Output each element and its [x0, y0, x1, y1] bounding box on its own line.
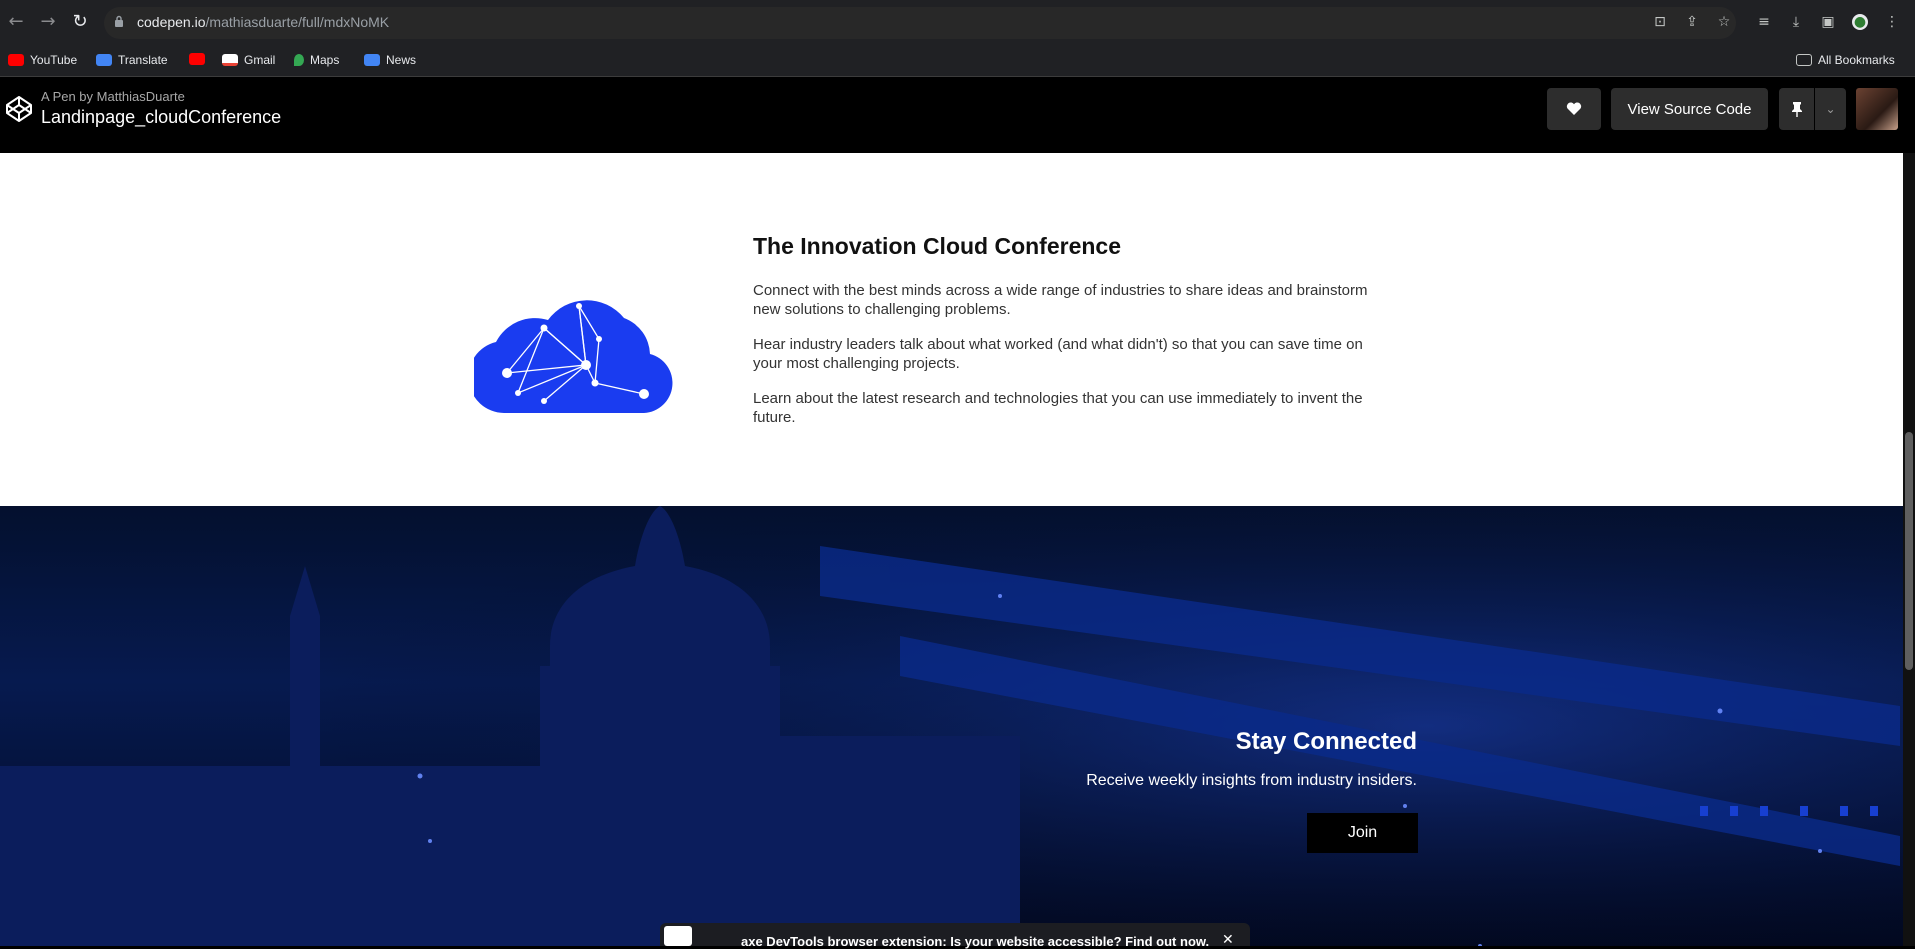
bookmark-youtube[interactable]: YouTube	[8, 53, 77, 67]
kebab-menu-icon[interactable]: ⋮	[1884, 14, 1900, 30]
bookmark-label: YouTube	[30, 53, 78, 67]
bookmarks-bar: YouTube Translate Gmail Maps News All Bo…	[0, 44, 1915, 77]
pin-icon	[1791, 102, 1802, 117]
bookmark-maps[interactable]: Maps	[294, 53, 339, 67]
bookmark-label: Maps	[310, 53, 340, 67]
axe-banner-text[interactable]: axe DevTools browser extension: Is your …	[741, 934, 1209, 949]
city-background-image	[0, 506, 1903, 946]
reload-icon[interactable]: ↻	[70, 12, 90, 32]
reading-list-icon[interactable]: ≡	[1756, 14, 1772, 30]
sidebar-icon[interactable]: ▣	[1820, 14, 1836, 30]
info-paragraph: Hear industry leaders talk about what wo…	[753, 336, 1363, 372]
news-icon	[364, 54, 380, 66]
info-paragraph: Learn about the latest research and tech…	[753, 390, 1363, 426]
gmail-icon	[222, 54, 238, 66]
translate-icon[interactable]: ⊡	[1652, 14, 1668, 30]
bookmark-gmail[interactable]: Gmail	[222, 53, 275, 67]
translate-icon	[96, 54, 112, 66]
bookmark-label: Translate	[118, 53, 168, 67]
youtube-icon	[189, 53, 205, 65]
user-avatar[interactable]	[1856, 88, 1898, 130]
pen-title: Landinpage_cloudConference	[41, 107, 282, 127]
scrollbar-thumb[interactable]	[1905, 432, 1913, 670]
all-bookmarks-label: All Bookmarks	[1818, 53, 1895, 67]
stay-connected-heading: Stay Connected	[1235, 728, 1417, 755]
info-paragraph: Connect with the best minds across a wid…	[753, 282, 1368, 318]
lock-icon[interactable]	[114, 15, 124, 27]
all-bookmarks[interactable]: All Bookmarks	[1796, 53, 1895, 67]
url-path: /mathiasduarte/full/mdxNoMK	[205, 14, 390, 30]
stay-connected-subtitle: Receive weekly insights from industry in…	[1086, 772, 1417, 789]
forward-arrow-icon[interactable]: →	[38, 12, 58, 32]
url-host: codepen.io	[137, 14, 206, 30]
pin-dropdown-button[interactable]: ⌄	[1815, 88, 1846, 130]
cloud-network-illustration	[474, 300, 673, 413]
codepen-logo-icon[interactable]	[4, 94, 34, 124]
pen-author[interactable]: A Pen by MatthiasDuarte	[41, 89, 185, 104]
view-source-button[interactable]: View Source Code	[1611, 88, 1768, 130]
heart-button[interactable]	[1547, 88, 1601, 130]
stay-connected-section: Stay Connected Receive weekly insights f…	[0, 506, 1903, 946]
bookmark-label: News	[386, 53, 417, 67]
star-icon[interactable]: ☆	[1716, 14, 1732, 30]
download-icon[interactable]: ⤓	[1788, 14, 1804, 30]
pin-button[interactable]	[1779, 88, 1814, 130]
maps-pin-icon	[294, 54, 304, 66]
pen-preview: The Innovation Cloud Conference Connect …	[0, 153, 1903, 946]
profile-icon[interactable]: ●	[1852, 14, 1868, 30]
axe-logo-icon	[664, 926, 692, 946]
bookmark-news[interactable]: News	[364, 53, 416, 67]
share-icon[interactable]: ⇪	[1684, 14, 1700, 30]
chevron-down-icon: ⌄	[1825, 102, 1836, 116]
bookmark-youtube-2[interactable]	[189, 53, 205, 65]
folder-icon	[1796, 54, 1812, 66]
conference-title: The Innovation Cloud Conference	[753, 233, 1122, 259]
bookmark-label: Gmail	[244, 53, 276, 67]
url-text[interactable]: codepen.io/mathiasduarte/full/mdxNoMK	[137, 14, 389, 30]
join-button[interactable]: Join	[1307, 813, 1418, 853]
heart-icon	[1566, 102, 1582, 115]
youtube-icon	[8, 54, 24, 66]
bookmark-translate[interactable]: Translate	[96, 53, 168, 67]
back-arrow-icon[interactable]: ←	[6, 12, 26, 32]
